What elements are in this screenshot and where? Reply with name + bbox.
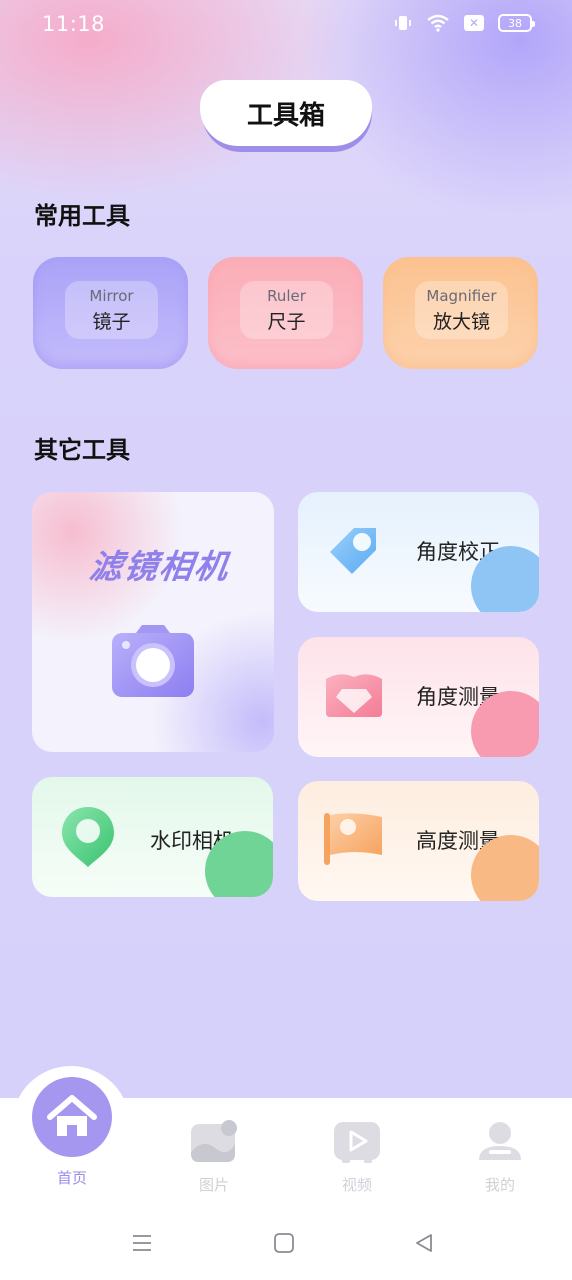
tag-icon <box>330 528 376 574</box>
back-triangle-icon[interactable] <box>413 1232 435 1254</box>
profile-icon <box>479 1122 521 1160</box>
mirror-zh-label: 镜子 <box>92 310 131 333</box>
magnifier-en-label: Magnifier <box>426 286 497 305</box>
magnifier-zh-label: 放大镜 <box>432 310 490 333</box>
camera-icon <box>112 625 194 697</box>
status-icons: ✕ 38 <box>394 14 535 32</box>
location-pin-icon <box>62 807 114 867</box>
battery-icon: 38 <box>498 14 535 32</box>
watermark-camera-card[interactable]: 水印相机 <box>32 777 273 897</box>
common-tools-heading: 常用工具 <box>34 196 136 231</box>
nav-profile[interactable]: 我的 <box>460 1120 540 1195</box>
nav-pictures[interactable]: 图片 <box>174 1120 254 1195</box>
filter-camera-title: 滤镜相机 <box>86 547 233 586</box>
status-time: 11:18 <box>42 12 106 36</box>
nav-videos-label: 视频 <box>341 1176 372 1194</box>
diamond-icon <box>326 674 382 717</box>
filter-camera-card[interactable]: 滤镜相机 <box>32 492 274 752</box>
magnifier-tool-card[interactable]: Magnifier 放大镜 <box>383 257 538 369</box>
page-title-container: 工具箱 <box>200 80 372 152</box>
nav-pictures-label: 图片 <box>198 1176 229 1194</box>
video-icon <box>334 1122 380 1163</box>
home-icon <box>47 1095 97 1136</box>
mirror-tool-card[interactable]: Mirror 镜子 <box>33 257 188 369</box>
mirror-en-label: Mirror <box>89 286 134 305</box>
angle-correction-card[interactable]: 角度校正 <box>298 492 539 612</box>
angle-measure-card[interactable]: 角度测量 <box>298 637 539 757</box>
sim-off-icon: ✕ <box>464 15 484 31</box>
nav-home-button[interactable] <box>32 1077 112 1157</box>
height-measure-card[interactable]: 高度测量 <box>298 781 539 901</box>
ruler-tool-card[interactable]: Ruler 尺子 <box>208 257 363 369</box>
nav-profile-label: 我的 <box>484 1176 515 1194</box>
menu-icon[interactable] <box>131 1232 153 1254</box>
nav-home-label: 首页 <box>56 1169 87 1187</box>
flag-icon <box>324 813 382 865</box>
ruler-zh-label: 尺子 <box>267 310 306 333</box>
vibrate-icon <box>395 16 411 30</box>
ruler-en-label: Ruler <box>267 286 306 305</box>
wifi-icon <box>427 14 449 32</box>
other-tools-heading: 其它工具 <box>34 430 136 465</box>
nav-videos[interactable]: 视频 <box>317 1120 397 1195</box>
home-square-icon[interactable] <box>273 1232 295 1254</box>
page-title: 工具箱 <box>200 80 372 146</box>
picture-icon <box>191 1120 237 1162</box>
status-bar: 11:18 ✕ 38 <box>0 0 572 50</box>
